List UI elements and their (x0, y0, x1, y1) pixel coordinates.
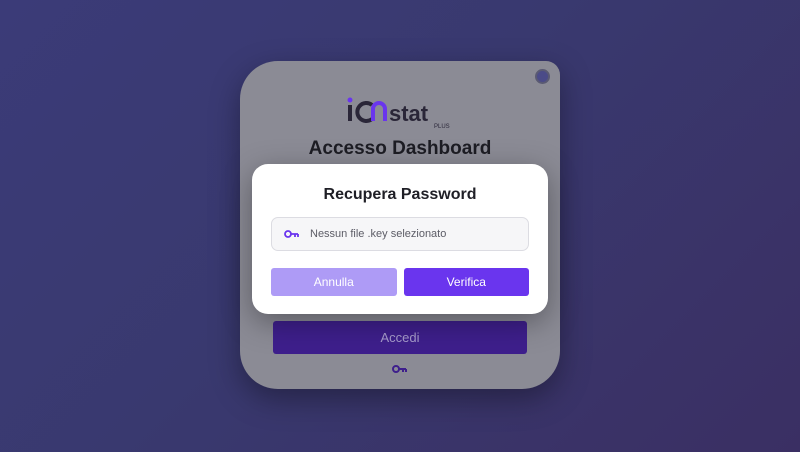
key-icon[interactable] (392, 363, 408, 375)
cancel-button[interactable]: Annulla (271, 268, 397, 296)
key-icon (284, 229, 300, 239)
page-title: Accesso Dashboard (308, 138, 492, 159)
login-button[interactable]: Accedi (273, 321, 527, 354)
recover-password-modal: Recupera Password Nessun file .key selez… (252, 164, 548, 314)
brand-logo-graphic: stat PLUS (347, 97, 450, 130)
brand-name: stat (389, 101, 429, 126)
key-file-input[interactable]: Nessun file .key selezionato (271, 217, 529, 251)
file-status-text: Nessun file .key selezionato (310, 228, 447, 240)
verify-button[interactable]: Verifica (403, 268, 529, 296)
modal-actions: Annulla Verifica (271, 268, 529, 296)
brand-logo: stat PLUS (240, 91, 560, 131)
brand-tier: PLUS (434, 124, 450, 130)
modal-title: Recupera Password (323, 186, 477, 203)
theme-toggle-icon[interactable] (535, 69, 550, 84)
